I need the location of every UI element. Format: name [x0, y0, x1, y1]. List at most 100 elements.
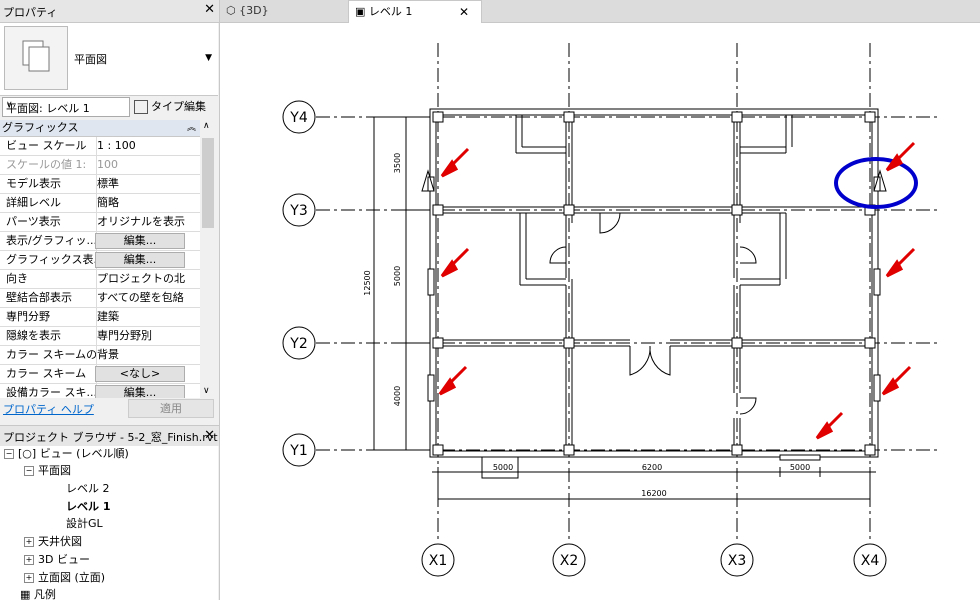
- tree-label: レベル 1: [66, 500, 111, 513]
- property-edit-button[interactable]: 編集...: [95, 252, 185, 268]
- tree-node-level-2[interactable]: レベル 2: [66, 481, 110, 497]
- property-key: ビュー スケール: [0, 137, 97, 155]
- type-edit-button[interactable]: タイプ編集: [134, 98, 206, 115]
- property-edit-button[interactable]: <なし>: [95, 366, 185, 382]
- project-browser-tree: − [○] ビュー (レベル順) − 平面図 レベル 2 レベル 1 設計GL + 天…: [0, 446, 218, 603]
- expand-icon[interactable]: +: [24, 555, 34, 565]
- property-row[interactable]: ビュー スケール 1 : 100: [0, 137, 200, 156]
- category-graphics[interactable]: グラフィックス ︽: [0, 120, 200, 137]
- svg-text:X1: X1: [429, 553, 448, 569]
- scroll-up-icon[interactable]: ∧: [203, 121, 210, 131]
- tree-node-floor-plans[interactable]: − 平面図: [24, 463, 71, 479]
- chevron-down-icon[interactable]: ▼: [205, 53, 212, 63]
- property-row[interactable]: 壁結合部表示 すべての壁を包絡: [0, 289, 200, 308]
- property-key: 専門分野: [0, 308, 97, 326]
- grid-lines: [316, 43, 940, 543]
- close-icon[interactable]: ✕: [459, 1, 469, 23]
- close-icon[interactable]: ✕: [204, 2, 215, 17]
- tree-node-elevations[interactable]: + 立面図 (立面): [24, 570, 105, 586]
- grid-bubble-y2[interactable]: Y2: [282, 326, 316, 360]
- tree-node-views[interactable]: − [○] ビュー (レベル順): [4, 446, 129, 462]
- grid-bubble-x4[interactable]: X4: [853, 543, 887, 577]
- property-key: カラー スキーム: [0, 365, 97, 383]
- property-row[interactable]: 設備カラー スキ... 編集...: [0, 384, 200, 398]
- property-value[interactable]: プロジェクトの北: [95, 270, 200, 288]
- property-key: グラフィックス表...: [0, 251, 97, 269]
- type-selector[interactable]: 平面図 ▼: [0, 23, 218, 96]
- property-row[interactable]: パーツ表示 オリジナルを表示: [0, 213, 200, 232]
- tree-node-design-gl[interactable]: 設計GL: [66, 516, 103, 532]
- tab-3d[interactable]: ⬡ {3D}: [220, 0, 352, 22]
- dim-overall-height: 12500: [363, 270, 372, 295]
- property-value[interactable]: 標準: [95, 175, 200, 193]
- scroll-thumb[interactable]: [202, 138, 214, 228]
- property-row[interactable]: モデル表示 標準: [0, 175, 200, 194]
- property-value[interactable]: 簡略: [95, 194, 200, 212]
- grid-bubble-x3[interactable]: X3: [720, 543, 754, 577]
- grid-bubble-y4[interactable]: Y4: [282, 100, 316, 134]
- expand-icon[interactable]: +: [24, 573, 34, 583]
- property-key: パーツ表示: [0, 213, 97, 231]
- drawing-canvas[interactable]: Y4 Y3 Y2 Y1 X1 X2 X3 X4 12500 3500 5000 …: [220, 23, 980, 600]
- property-row[interactable]: 向き プロジェクトの北: [0, 270, 200, 289]
- views-icon: [○]: [18, 447, 37, 460]
- grid-bubble-x2[interactable]: X2: [552, 543, 586, 577]
- property-row[interactable]: 専門分野 建築: [0, 308, 200, 327]
- svg-text:X3: X3: [728, 553, 747, 569]
- interior-walls[interactable]: [436, 115, 872, 451]
- property-value: 100: [97, 158, 118, 171]
- grid-bubble-y1[interactable]: Y1: [282, 433, 316, 467]
- properties-footer: プロパティ ヘルプ 適用: [0, 398, 218, 420]
- close-icon[interactable]: ✕: [204, 428, 215, 443]
- property-edit-button[interactable]: 編集...: [95, 233, 185, 249]
- collapse-icon[interactable]: ︽: [187, 120, 196, 136]
- properties-title: プロパティ: [3, 6, 58, 19]
- grid-bubble-x1[interactable]: X1: [421, 543, 455, 577]
- expand-icon[interactable]: +: [24, 537, 34, 547]
- tab-label: {3D}: [239, 4, 269, 17]
- property-row[interactable]: スケールの値 1: 100: [0, 156, 200, 175]
- property-key: モデル表示: [0, 175, 97, 193]
- property-value[interactable]: 1 : 100: [95, 137, 200, 155]
- tree-label: ビュー (レベル順): [39, 447, 129, 460]
- property-row[interactable]: 詳細レベル 簡略: [0, 194, 200, 213]
- property-row[interactable]: カラー スキーム <なし>: [0, 365, 200, 384]
- property-row[interactable]: カラー スキームの...背景: [0, 346, 200, 365]
- scroll-down-icon[interactable]: ∨: [203, 386, 210, 396]
- grid-bubble-y3[interactable]: Y3: [282, 193, 316, 227]
- property-row[interactable]: 表示/グラフィッ... 編集...: [0, 232, 200, 251]
- tab-label: レベル 1: [368, 5, 413, 18]
- property-edit-button[interactable]: 編集...: [95, 385, 185, 398]
- properties-scrollbar[interactable]: ∧ ∨: [200, 120, 216, 398]
- property-value[interactable]: 背景: [95, 346, 200, 364]
- property-row[interactable]: 隠線を表示 専門分野別: [0, 327, 200, 346]
- view-selector-row: 平面図: レベル 1 ∨ タイプ編集: [0, 96, 218, 118]
- property-row[interactable]: グラフィックス表... 編集...: [0, 251, 200, 270]
- collapse-icon[interactable]: −: [4, 449, 14, 459]
- tree-node-legends[interactable]: ▦ 凡例: [20, 587, 56, 603]
- windows[interactable]: [421, 169, 887, 461]
- properties-titlebar: プロパティ ✕: [0, 0, 219, 23]
- type-label: 平面図: [74, 53, 107, 66]
- property-value[interactable]: 専門分野別: [95, 327, 200, 345]
- property-key: 壁結合部表示: [0, 289, 97, 307]
- property-value[interactable]: オリジナルを表示: [95, 213, 200, 231]
- tab-level-1[interactable]: ▣ レベル 1 ✕: [348, 0, 482, 23]
- property-value[interactable]: 建築: [95, 308, 200, 326]
- floor-plan-icon: ▣: [355, 5, 366, 18]
- apply-button[interactable]: 適用: [128, 399, 214, 418]
- property-key: 向き: [0, 270, 97, 288]
- tree-node-ceiling-plans[interactable]: + 天井伏図: [24, 534, 82, 550]
- collapse-icon[interactable]: −: [24, 466, 34, 476]
- tree-node-3d-views[interactable]: +3D ビュー: [24, 552, 90, 568]
- property-value[interactable]: すべての壁を包絡: [95, 289, 200, 307]
- view-selector-dropdown[interactable]: 平面図: レベル 1 ∨: [2, 97, 130, 117]
- project-browser-titlebar: プロジェクト ブラウザ - 5-2_窓_Finish.rvt ✕: [0, 425, 219, 446]
- properties-help-link[interactable]: プロパティ ヘルプ: [3, 401, 94, 417]
- tree-node-level-1[interactable]: レベル 1: [66, 499, 110, 515]
- svg-text:X4: X4: [861, 553, 880, 569]
- exterior-walls[interactable]: [429, 108, 879, 458]
- type-edit-icon: [134, 100, 148, 114]
- columns[interactable]: [432, 111, 876, 456]
- properties-grid: グラフィックス ︽ ビュー スケール 1 : 100 スケールの値 1: 100 モデル…: [0, 120, 200, 398]
